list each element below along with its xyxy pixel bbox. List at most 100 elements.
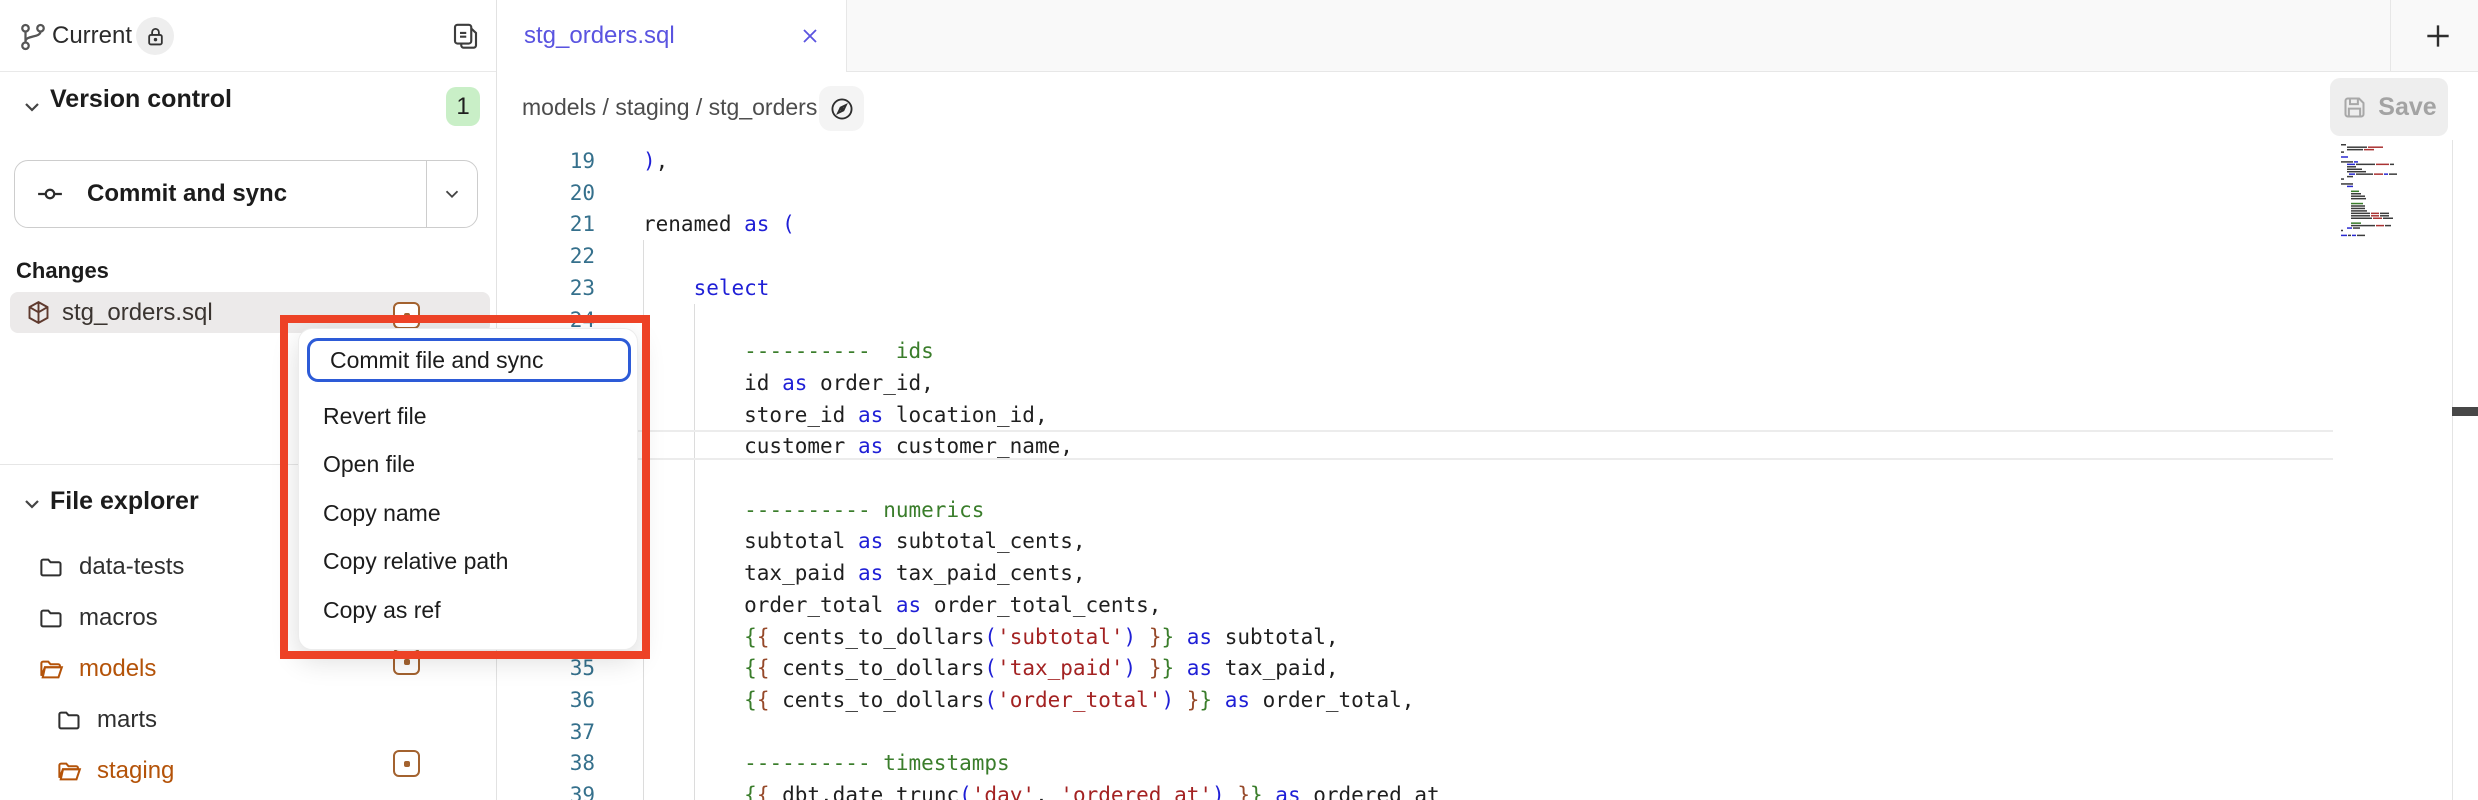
menu-item-label: Copy name xyxy=(299,500,441,527)
save-button[interactable]: Save xyxy=(2330,78,2448,136)
menu-item-copy-name[interactable]: Copy name xyxy=(299,489,637,537)
file-tree-item-models[interactable]: models xyxy=(0,649,496,689)
code-line-36[interactable]: 36 {{ cents_to_dollars('order_total') }}… xyxy=(497,685,2478,717)
folder-label: staging xyxy=(97,757,174,785)
code-line-34[interactable]: 34 {{ cents_to_dollars('subtotal') }} as… xyxy=(497,622,2478,654)
folder-label: macros xyxy=(79,604,158,632)
lineage-compass-icon xyxy=(828,95,856,123)
code-text: ---------- numerics xyxy=(643,495,984,527)
model-cube-icon xyxy=(25,299,52,326)
line-number: 22 xyxy=(497,241,595,273)
commit-options-dropdown[interactable] xyxy=(426,161,477,227)
code-editor[interactable]: 19),2021 renamed as ( 2223 select2425 ----… xyxy=(497,144,2478,800)
file-explorer-title: File explorer xyxy=(50,487,199,516)
modified-folder-badge xyxy=(393,648,420,675)
code-text: select xyxy=(643,273,769,305)
git-branch-icon xyxy=(18,22,48,52)
code-line-28[interactable]: 28 customer as customer_name, xyxy=(497,431,2478,463)
line-number: 36 xyxy=(497,685,595,717)
chevron-down-icon xyxy=(20,492,44,516)
menu-item-label: Copy as ref xyxy=(299,597,441,624)
code-text: {{ dbt.date_trunc('day', 'ordered_at') }… xyxy=(643,780,1440,800)
code-line-25[interactable]: 25 ---------- ids xyxy=(497,336,2478,368)
code-text: {{ cents_to_dollars('order_total') }} as… xyxy=(643,685,1414,717)
code-line-19[interactable]: 19), xyxy=(497,146,2478,178)
lock-icon xyxy=(147,27,164,46)
menu-item-commit-file-and-sync[interactable]: Commit file and sync xyxy=(307,338,631,382)
branch-readonly-badge xyxy=(136,17,174,55)
file-context-menu: Commit file and sync Revert file Open file… xyxy=(298,328,638,650)
save-icon xyxy=(2341,94,2368,121)
folder-icon xyxy=(56,707,83,734)
code-line-33[interactable]: 33 order_total as order_total_cents, xyxy=(497,590,2478,622)
code-text: order_total as order_total_cents, xyxy=(643,590,1161,622)
branch-name[interactable]: Current xyxy=(52,22,132,50)
line-number: 20 xyxy=(497,178,595,210)
editor-scrollbar-thumb[interactable] xyxy=(2452,407,2478,416)
code-line-21[interactable]: 21 renamed as ( xyxy=(497,209,2478,241)
chevron-down-icon xyxy=(441,183,463,205)
code-line-35[interactable]: 35 {{ cents_to_dollars('tax_paid') }} as… xyxy=(497,653,2478,685)
menu-item-label: Open file xyxy=(299,451,415,478)
menu-item-open-file[interactable]: Open file xyxy=(299,441,637,489)
changed-file-name: stg_orders.sql xyxy=(62,299,213,327)
menu-item-label: Revert file xyxy=(299,403,427,430)
tabbar-divider xyxy=(2390,0,2391,71)
tab-stg-orders[interactable]: stg_orders.sql xyxy=(497,0,847,72)
chevron-down-icon xyxy=(20,95,44,119)
code-line-37[interactable]: 37 xyxy=(497,717,2478,749)
close-tab-icon[interactable] xyxy=(800,26,820,46)
changes-count-badge: 1 xyxy=(446,87,480,126)
tab-bar: stg_orders.sql xyxy=(497,0,2478,72)
folder-label: data-tests xyxy=(79,553,184,581)
menu-item-copy-as-ref[interactable]: Copy as ref xyxy=(299,586,637,634)
commit-and-sync-label: Commit and sync xyxy=(87,180,287,208)
line-number: 23 xyxy=(497,273,595,305)
code-line-39[interactable]: 39 {{ dbt.date_trunc('day', 'ordered_at'… xyxy=(497,780,2478,800)
open-folder-icon xyxy=(56,758,83,785)
breadcrumb[interactable]: models / staging / stg_orders.sql xyxy=(522,94,853,121)
commit-and-sync-button[interactable]: Commit and sync xyxy=(14,160,478,228)
new-tab-button[interactable] xyxy=(2420,18,2456,54)
code-line-24[interactable]: 24 xyxy=(497,305,2478,337)
code-text: renamed as ( xyxy=(643,209,795,241)
code-text: ), xyxy=(643,146,668,178)
file-tree-item-staging[interactable]: staging xyxy=(0,751,496,791)
save-label: Save xyxy=(2378,93,2436,122)
file-tree-item-marts[interactable]: marts xyxy=(0,700,496,740)
code-line-30[interactable]: 30 ---------- numerics xyxy=(497,495,2478,527)
code-line-31[interactable]: 31 subtotal as subtotal_cents, xyxy=(497,526,2478,558)
code-text: {{ cents_to_dollars('subtotal') }} as su… xyxy=(643,622,1339,654)
branch-header: Current xyxy=(0,0,496,72)
code-line-32[interactable]: 32 tax_paid as tax_paid_cents, xyxy=(497,558,2478,590)
code-text: subtotal as subtotal_cents, xyxy=(643,526,1086,558)
code-line-22[interactable]: 22 xyxy=(497,241,2478,273)
code-text: {{ cents_to_dollars('tax_paid') }} as ta… xyxy=(643,653,1339,685)
menu-item-copy-relative-path[interactable]: Copy relative path xyxy=(299,538,637,586)
minimap[interactable] xyxy=(2337,142,2449,238)
code-line-23[interactable]: 23 select xyxy=(497,273,2478,305)
code-text: tax_paid as tax_paid_cents, xyxy=(643,558,1086,590)
modified-folder-badge xyxy=(393,750,420,777)
editor-scrollbar-track xyxy=(2452,140,2453,800)
code-text: ---------- timestamps xyxy=(643,748,1010,780)
plus-icon xyxy=(2422,20,2454,52)
line-number: 21 xyxy=(497,209,595,241)
code-line-29[interactable]: 29 xyxy=(497,463,2478,495)
code-line-38[interactable]: 38 ---------- timestamps xyxy=(497,748,2478,780)
line-number: 37 xyxy=(497,717,595,749)
lineage-badge[interactable] xyxy=(819,86,864,131)
folder-label: marts xyxy=(97,706,157,734)
code-line-26[interactable]: 26 id as order_id, xyxy=(497,368,2478,400)
breadcrumb-row: models / staging / stg_orders.sql Save xyxy=(497,72,2478,144)
menu-item-revert-file[interactable]: Revert file xyxy=(299,392,637,440)
line-number: 39 xyxy=(497,780,595,800)
code-line-27[interactable]: 27 store_id as location_id, xyxy=(497,400,2478,432)
folder-label: models xyxy=(79,655,156,683)
code-line-20[interactable]: 20 xyxy=(497,178,2478,210)
menu-item-label: Commit file and sync xyxy=(310,347,543,374)
version-control-section-header[interactable]: Version control 1 xyxy=(0,85,496,129)
copy-branch-icon[interactable] xyxy=(450,20,480,52)
folder-icon xyxy=(38,554,65,581)
code-text: store_id as location_id, xyxy=(643,400,1048,432)
